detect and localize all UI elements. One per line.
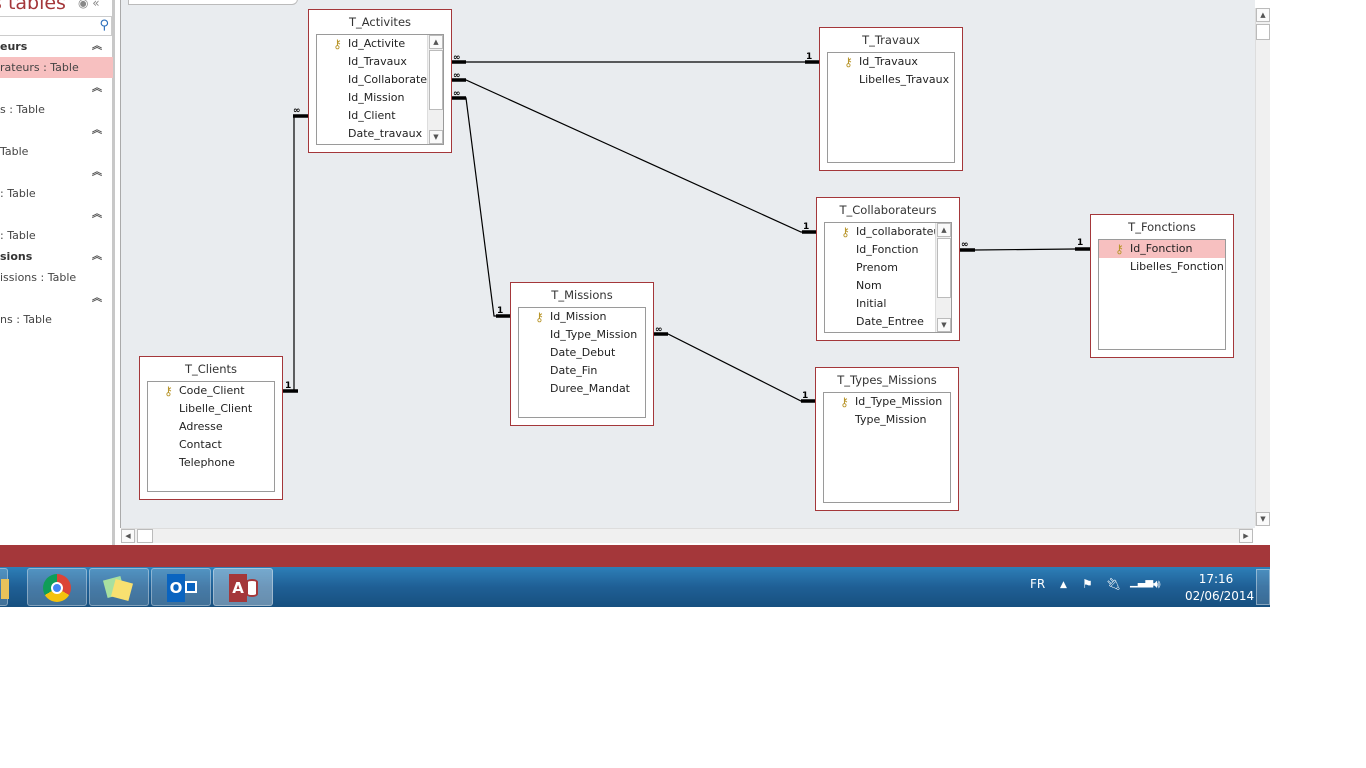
- field-list[interactable]: Code_ClientLibelle_ClientAdresseContactT…: [147, 381, 275, 492]
- field-list[interactable]: Id_Type_MissionType_Mission: [823, 392, 951, 503]
- one-label: 1: [285, 381, 291, 391]
- one-label: 1: [497, 306, 503, 316]
- table-title[interactable]: T_Travaux: [820, 28, 962, 52]
- primary-key-field[interactable]: Id_Activite: [317, 35, 443, 53]
- field[interactable]: Date_Entree: [825, 313, 951, 331]
- outlook-icon: O: [167, 574, 197, 602]
- taskbar: O A FR ▲ ⚑ 🔌︎ ▁▃▅ 🔊︎ 17:16 02/06/2014: [0, 567, 1270, 607]
- field-list[interactable]: Id_FonctionLibelles_Fonction: [1098, 239, 1226, 350]
- table-title[interactable]: T_Clients: [140, 357, 282, 381]
- table-title[interactable]: T_Types_Missions: [816, 368, 958, 392]
- many-label: ∞: [293, 106, 301, 116]
- primary-key-field[interactable]: Id_Type_Mission: [824, 393, 950, 411]
- field-list[interactable]: Id_TravauxLibelles_Travaux: [827, 52, 955, 163]
- table-types-missions[interactable]: T_Types_MissionsId_Type_MissionType_Miss…: [815, 367, 959, 511]
- rel-missions-types: [653, 333, 815, 402]
- table-title[interactable]: T_Collaborateurs: [817, 198, 959, 222]
- table-title[interactable]: T_Fonctions: [1091, 215, 1233, 239]
- table-missions[interactable]: T_MissionsId_MissionId_Type_MissionDate_…: [510, 282, 654, 426]
- many-label: ∞: [655, 325, 663, 335]
- field[interactable]: Type_Mission: [824, 411, 950, 429]
- field[interactable]: Id_Type_Mission: [519, 326, 645, 344]
- table-title[interactable]: T_Activites: [309, 10, 451, 34]
- field-list[interactable]: Id_MissionId_Type_MissionDate_DebutDate_…: [518, 307, 646, 418]
- action-center-flag-icon[interactable]: ⚑: [1082, 577, 1093, 591]
- field[interactable]: Id_Mission: [317, 89, 443, 107]
- field[interactable]: Duree_Mandat: [519, 380, 645, 398]
- table-activites[interactable]: T_ActivitesId_ActiviteId_TravauxId_Colla…: [308, 9, 452, 153]
- table-collaborateurs[interactable]: T_CollaborateursId_collaborateuId_Foncti…: [816, 197, 960, 341]
- one-label: 1: [803, 222, 809, 232]
- field[interactable]: Nom: [825, 277, 951, 295]
- one-label: 1: [1077, 238, 1083, 248]
- field-list-scrollbar[interactable]: ▲ ▼: [427, 35, 443, 144]
- many-label: ∞: [453, 89, 461, 99]
- chrome-button[interactable]: [27, 568, 87, 606]
- primary-key-field[interactable]: Id_collaborateu: [825, 223, 951, 241]
- table-fonctions[interactable]: T_FonctionsId_FonctionLibelles_Fonction: [1090, 214, 1234, 358]
- field[interactable]: Date_Debut: [519, 344, 645, 362]
- chrome-icon: [43, 574, 71, 602]
- field[interactable]: Telephone: [148, 454, 274, 472]
- many-label: ∞: [961, 240, 969, 250]
- many-label: ∞: [453, 53, 461, 63]
- table-clients[interactable]: T_ClientsCode_ClientLibelle_ClientAdress…: [139, 356, 283, 500]
- field[interactable]: Id_Collaborateu: [317, 71, 443, 89]
- table-title[interactable]: T_Missions: [511, 283, 653, 307]
- field[interactable]: Libelle_Client: [148, 400, 274, 418]
- sticky-notes-icon: [102, 574, 134, 602]
- field[interactable]: Date_travaux: [317, 125, 443, 143]
- explorer-button[interactable]: [0, 568, 9, 606]
- field[interactable]: Initial: [825, 295, 951, 313]
- field-list[interactable]: Id_collaborateuId_FonctionPrenomNomIniti…: [824, 222, 952, 333]
- status-bar: [0, 545, 1270, 567]
- sticky-notes-button[interactable]: [89, 568, 149, 606]
- access-icon: A: [229, 574, 258, 602]
- show-desktop-button[interactable]: [1256, 569, 1270, 605]
- access-button[interactable]: A: [213, 568, 273, 606]
- field[interactable]: Adresse: [148, 418, 274, 436]
- rel-activites-clients: [282, 115, 308, 392]
- network-signal-icon[interactable]: ▁▃▅: [1130, 577, 1153, 588]
- power-plug-icon[interactable]: 🔌︎: [1106, 577, 1121, 591]
- primary-key-field[interactable]: Id_Fonction: [1099, 240, 1225, 258]
- one-label: 1: [802, 391, 808, 401]
- volume-icon[interactable]: 🔊︎: [1153, 577, 1161, 592]
- field-list-scrollbar[interactable]: ▲ ▼: [935, 223, 951, 332]
- field[interactable]: Libelles_Travaux: [828, 71, 954, 89]
- field[interactable]: Date_Fin: [519, 362, 645, 380]
- primary-key-field[interactable]: Code_Client: [148, 382, 274, 400]
- field[interactable]: Contact: [148, 436, 274, 454]
- clock-time: 17:16: [1198, 572, 1234, 586]
- rel-collaborateurs-fonctions: [959, 248, 1090, 251]
- language-indicator[interactable]: FR: [1030, 577, 1045, 591]
- table-travaux[interactable]: T_TravauxId_TravauxLibelles_Travaux: [819, 27, 963, 171]
- clock[interactable]: 17:16 02/06/2014: [1185, 571, 1255, 605]
- field[interactable]: Id_Fonction: [825, 241, 951, 259]
- one-label: 1: [806, 52, 812, 62]
- field[interactable]: Prenom: [825, 259, 951, 277]
- field-list[interactable]: Id_ActiviteId_TravauxId_CollaborateuId_M…: [316, 34, 444, 145]
- rel-activites-missions: [451, 97, 510, 317]
- vertical-scrollbar[interactable]: ▲ ▼: [1255, 8, 1270, 526]
- horizontal-scrollbar[interactable]: ◀ ▶: [121, 528, 1253, 543]
- primary-key-field[interactable]: Id_Travaux: [828, 53, 954, 71]
- show-hidden-icons[interactable]: ▲: [1060, 580, 1067, 590]
- field[interactable]: Libelles_Fonction: [1099, 258, 1225, 276]
- rel-activites-collaborateurs: [451, 79, 816, 233]
- many-label: ∞: [453, 71, 461, 81]
- field[interactable]: Id_Travaux: [317, 53, 443, 71]
- clock-date: 02/06/2014: [1185, 589, 1255, 603]
- primary-key-field[interactable]: Id_Mission: [519, 308, 645, 326]
- field[interactable]: Id_Client: [317, 107, 443, 125]
- outlook-button[interactable]: O: [151, 568, 211, 606]
